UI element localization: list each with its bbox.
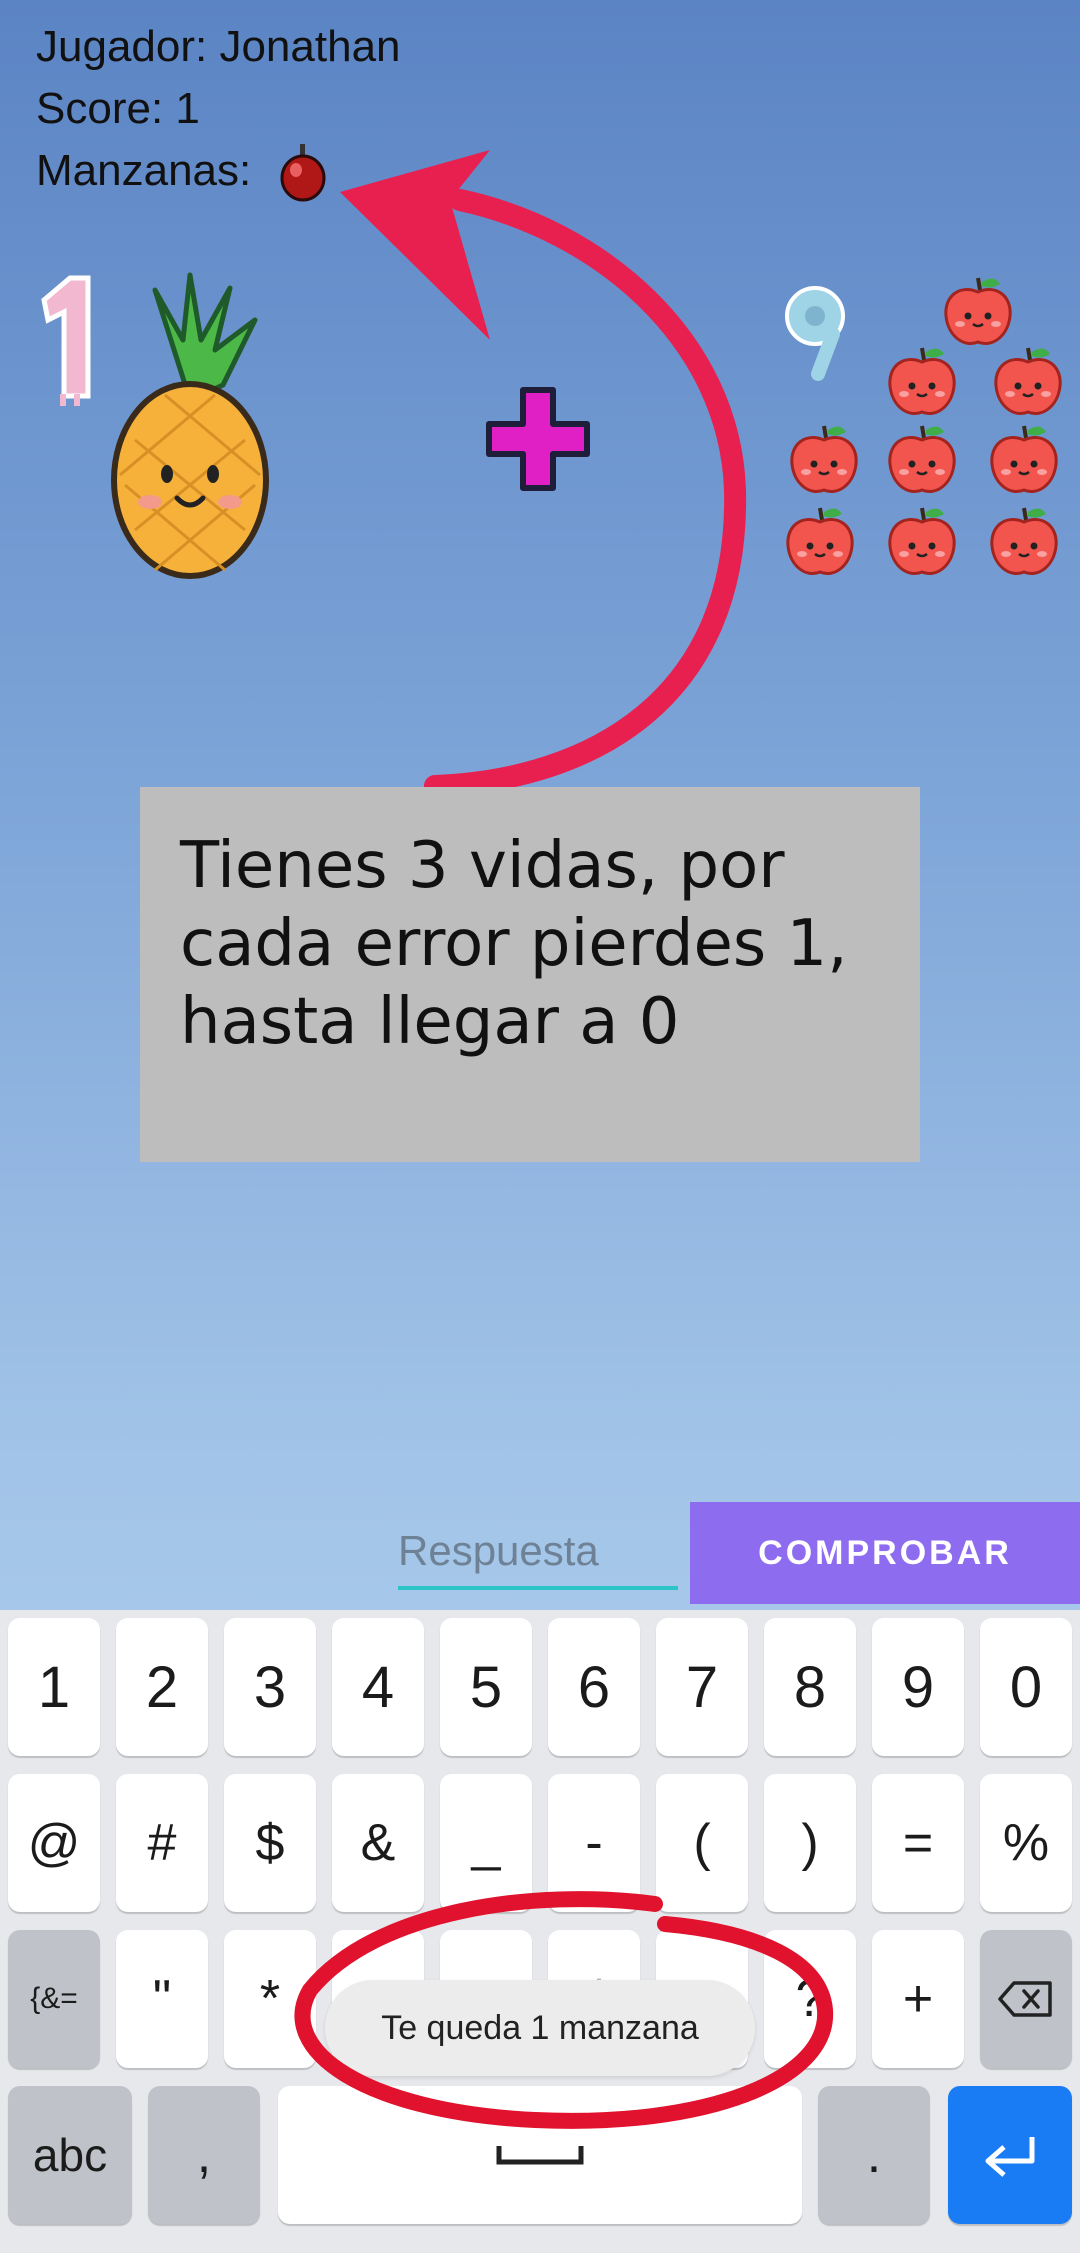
key-8[interactable]: 8 — [764, 1618, 856, 1756]
apple-icon — [989, 506, 1059, 576]
key-plus[interactable]: + — [872, 1930, 964, 2068]
key-abc[interactable]: abc — [8, 2086, 132, 2224]
apple-icon — [993, 346, 1063, 416]
apple-icon — [943, 276, 1013, 346]
annotation-circle — [294, 1891, 834, 2129]
apple-icon — [785, 506, 855, 576]
annotation-arrow — [340, 150, 747, 797]
tutorial-text: Tienes 3 vidas, por cada error pierdes 1… — [180, 829, 848, 1059]
game-screen: Jugador: Jonathan Score: 1 Manzanas: 1 + — [0, 0, 1080, 2253]
key-hash[interactable]: # — [116, 1774, 208, 1912]
key-enter[interactable] — [948, 2086, 1072, 2224]
key-2[interactable]: 2 — [116, 1618, 208, 1756]
check-button[interactable]: COMPROBAR — [690, 1502, 1080, 1604]
key-quote[interactable]: " — [116, 1930, 208, 2068]
key-5[interactable]: 5 — [440, 1618, 532, 1756]
apple-icon — [789, 424, 859, 494]
apple-icon — [887, 346, 957, 416]
key-9[interactable]: 9 — [872, 1618, 964, 1756]
enter-icon — [985, 2137, 1035, 2177]
key-backspace[interactable] — [980, 1930, 1072, 2068]
key-1[interactable]: 1 — [8, 1618, 100, 1756]
spacebar-icon — [496, 2146, 584, 2165]
key-equals[interactable]: = — [872, 1774, 964, 1912]
key-0[interactable]: 0 — [980, 1618, 1072, 1756]
key-comma[interactable]: , — [148, 2086, 260, 2224]
key-at[interactable]: @ — [8, 1774, 100, 1912]
key-percent[interactable]: % — [980, 1774, 1072, 1912]
key-7[interactable]: 7 — [656, 1618, 748, 1756]
key-3[interactable]: 3 — [224, 1618, 316, 1756]
key-4[interactable]: 4 — [332, 1618, 424, 1756]
apple-icon — [887, 424, 957, 494]
apple-icon — [989, 424, 1059, 494]
tutorial-message-box: Tienes 3 vidas, por cada error pierdes 1… — [140, 787, 920, 1162]
apple-icon — [887, 506, 957, 576]
backspace-icon — [998, 1981, 1052, 2017]
answer-input[interactable] — [398, 1516, 678, 1590]
key-symbols-toggle[interactable]: {&= — [8, 1930, 100, 2068]
key-6[interactable]: 6 — [548, 1618, 640, 1756]
